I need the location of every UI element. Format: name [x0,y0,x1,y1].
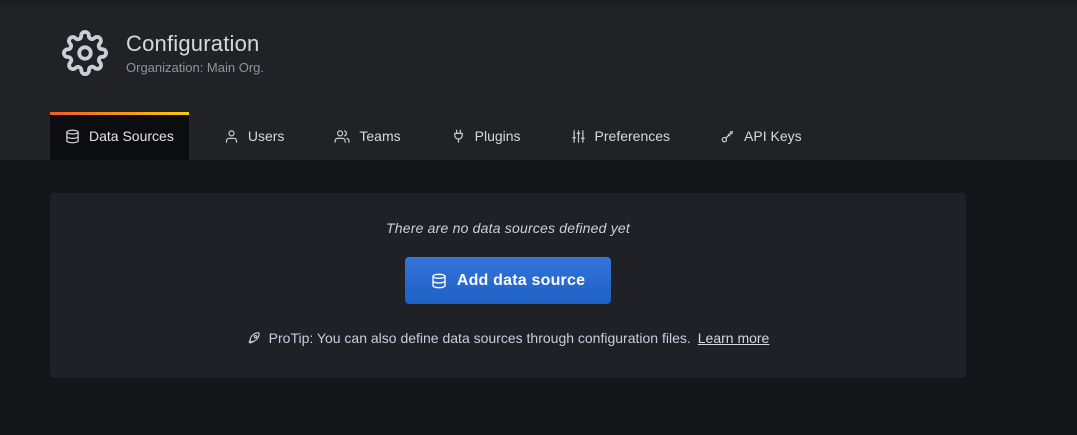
key-icon [720,129,735,144]
tab-preferences[interactable]: Preferences [556,112,685,160]
database-icon [431,273,447,289]
learn-more-link[interactable]: Learn more [698,330,770,346]
tab-label: API Keys [744,128,802,144]
empty-state-message: There are no data sources defined yet [50,220,966,236]
content-area: There are no data sources defined yet Ad… [0,160,1077,378]
add-data-source-label: Add data source [457,272,585,290]
tab-label: Plugins [475,128,521,144]
tab-label: Users [248,128,285,144]
database-icon [65,129,80,144]
add-data-source-button[interactable]: Add data source [405,257,611,304]
page-header-info: Configuration Organization: Main Org. [0,0,1077,76]
user-icon [224,129,239,144]
sliders-icon [571,129,586,144]
tab-teams[interactable]: Teams [319,112,415,160]
tab-bar: Data Sources Users [50,112,817,160]
protip-text: ProTip: You can also define data sources… [269,330,691,346]
page-subtitle: Organization: Main Org. [126,60,264,75]
tab-label: Teams [359,128,400,144]
gear-icon [62,30,108,76]
protip-row: ProTip: You can also define data sources… [50,330,966,346]
tab-plugins[interactable]: Plugins [436,112,536,160]
tab-users[interactable]: Users [209,112,300,160]
title-block: Configuration Organization: Main Org. [126,31,264,75]
empty-state-card: There are no data sources defined yet Ad… [50,193,966,378]
tab-label: Data Sources [89,128,174,144]
tab-api-keys[interactable]: API Keys [705,112,817,160]
configuration-page: Configuration Organization: Main Org. Da… [0,0,1077,435]
page-title: Configuration [126,31,264,57]
users-icon [334,129,350,144]
plug-icon [451,129,466,144]
rocket-icon [247,331,262,346]
page-header: Configuration Organization: Main Org. Da… [0,0,1077,160]
tab-label: Preferences [595,128,670,144]
tab-data-sources[interactable]: Data Sources [50,112,189,160]
